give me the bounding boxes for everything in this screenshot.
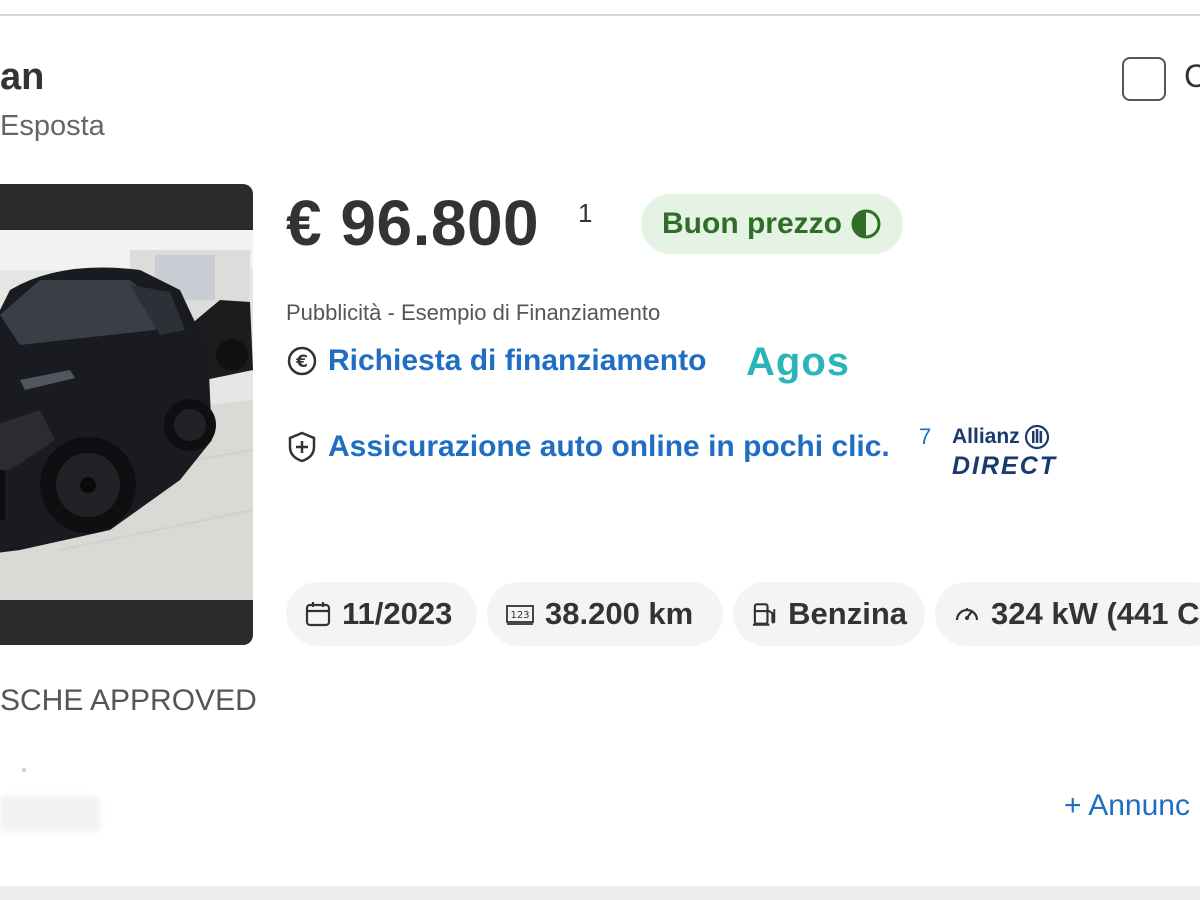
car-photo[interactable] [0, 184, 253, 645]
financing-request-label: Richiesta di finanziamento [328, 344, 707, 377]
price-rating-label: Buon prezzo [662, 207, 842, 240]
allianz-logo-text: Allianz [952, 425, 1020, 448]
price-footnote[interactable]: 1 [578, 198, 592, 229]
car-photo-illustration [0, 230, 253, 600]
top-divider [0, 14, 1200, 16]
spec-value: 324 kW (441 C [991, 596, 1200, 631]
odometer-icon: 123 [506, 605, 534, 625]
insurance-label: Assicurazione auto online in pochi clic. [328, 430, 890, 463]
shield-plus-icon [288, 431, 316, 463]
compare-checkbox[interactable] [1122, 57, 1166, 101]
financing-request-link[interactable]: € Richiesta di finanziamento [286, 344, 706, 378]
half-circle-icon [851, 209, 881, 239]
price-rating-badge[interactable]: Buon prezzo [641, 194, 903, 254]
compare-label[interactable]: C [1184, 58, 1200, 95]
spec-registration-date: 11/2023 [286, 582, 477, 646]
spec-fuel: Benzina [733, 582, 925, 646]
insurance-footnote[interactable]: 7 [919, 424, 931, 450]
listing-title[interactable]: an [0, 56, 44, 99]
agos-logo[interactable]: Agos [746, 340, 850, 385]
svg-text:123: 123 [510, 610, 529, 621]
spec-value: 38.200 km [545, 596, 694, 631]
listing-subtitle: Esposta [0, 110, 105, 142]
separator-dot [22, 768, 26, 772]
allianz-direct-logo[interactable]: Allianz DIRECT [952, 424, 1057, 481]
insurance-link[interactable]: Assicurazione auto online in pochi clic. [286, 430, 890, 464]
spec-value: Benzina [788, 596, 907, 631]
dealer-approval-label: SCHE APPROVED [0, 684, 257, 717]
calendar-icon [305, 602, 331, 627]
price: € 96.800 [286, 187, 540, 259]
speedometer-icon [955, 608, 979, 621]
spec-value: 11/2023 [342, 596, 453, 631]
dealer-logo-placeholder [0, 796, 100, 832]
euro-circle-icon: € [287, 346, 317, 376]
more-listings-link[interactable]: + Annunc [1064, 789, 1190, 823]
spec-mileage: 123 38.200 km [487, 582, 723, 646]
allianz-eagle-icon [1024, 424, 1049, 450]
spec-power: 324 kW (441 C [935, 582, 1200, 646]
direct-logo-text: DIRECT [952, 452, 1058, 480]
bottom-divider [0, 886, 1200, 900]
ad-label: Pubblicità - Esempio di Finanziamento [286, 300, 661, 325]
fuel-pump-icon [752, 603, 776, 626]
svg-text:€: € [295, 352, 308, 372]
